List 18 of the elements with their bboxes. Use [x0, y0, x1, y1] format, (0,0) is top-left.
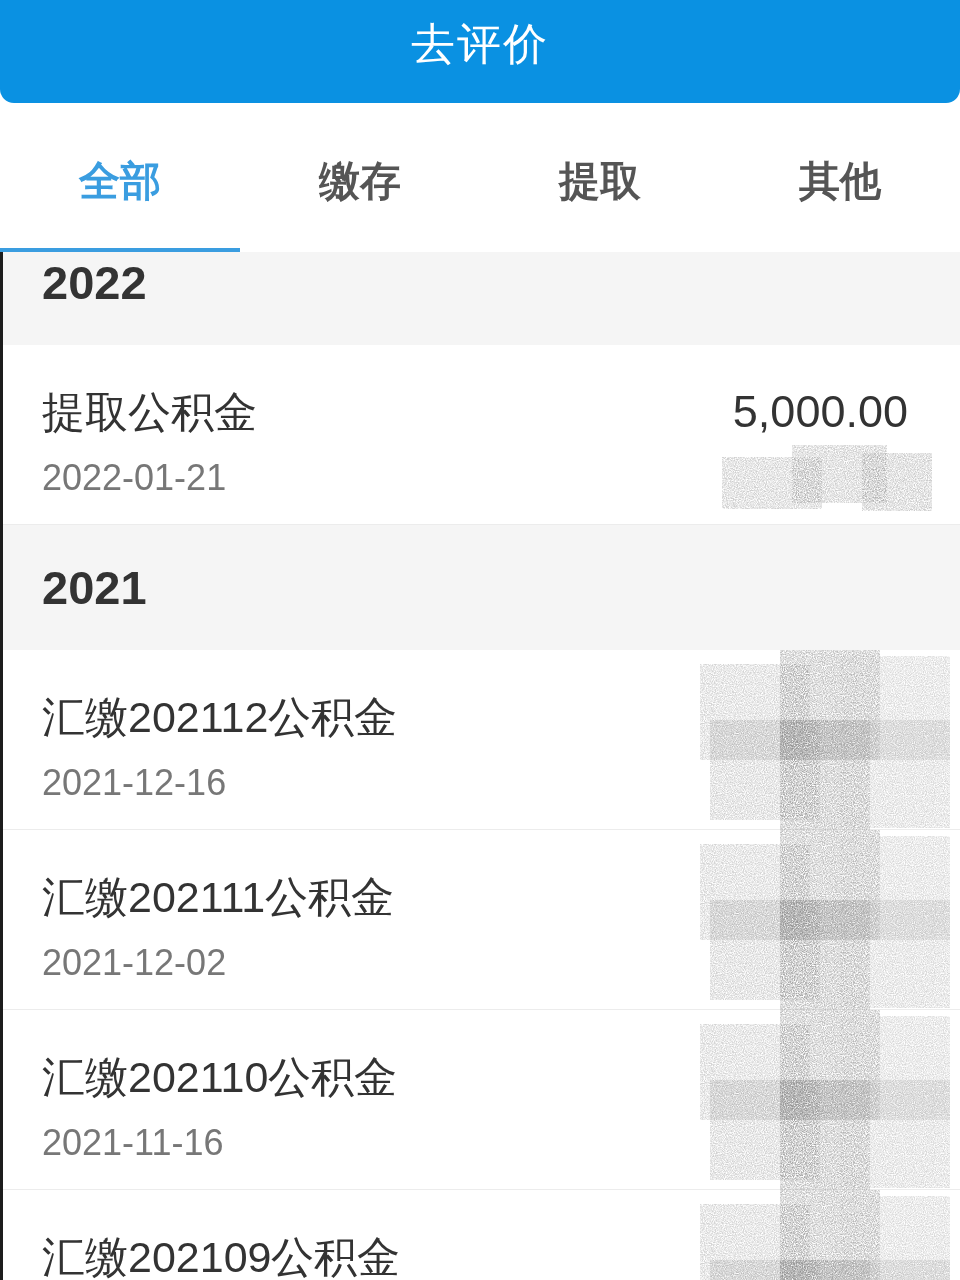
record-title: 汇缴202110公积金: [42, 1055, 398, 1099]
tab[interactable]: 缴存: [240, 103, 480, 252]
record-date: 2021-11-16: [42, 1123, 224, 1163]
record-title: 汇缴202109公积金: [42, 1235, 401, 1279]
record-title: 汇缴202111公积金: [42, 875, 395, 919]
record-date: 2021-12-02: [42, 943, 227, 983]
record-row[interactable]: 提取公积金 5,000.00 2022-01-21: [3, 345, 960, 525]
record-amount: 5,000.00: [732, 390, 908, 434]
record-row[interactable]: 汇缴202111公积金 2021-12-02: [3, 830, 960, 1010]
tab[interactable]: 其他: [720, 103, 960, 252]
record-date: 2021-12-16: [42, 763, 227, 803]
record-title: 汇缴202112公积金: [42, 695, 398, 739]
record-row[interactable]: 汇缴202112公积金 2021-12-16: [3, 650, 960, 830]
record-title: 提取公积金: [42, 390, 257, 434]
record-date: 2022-01-21: [42, 458, 227, 498]
tab[interactable]: 提取: [480, 103, 720, 252]
record-row[interactable]: 汇缴202109公积金: [3, 1190, 960, 1280]
record-row[interactable]: 汇缴202110公积金 2021-11-16: [3, 1010, 960, 1190]
